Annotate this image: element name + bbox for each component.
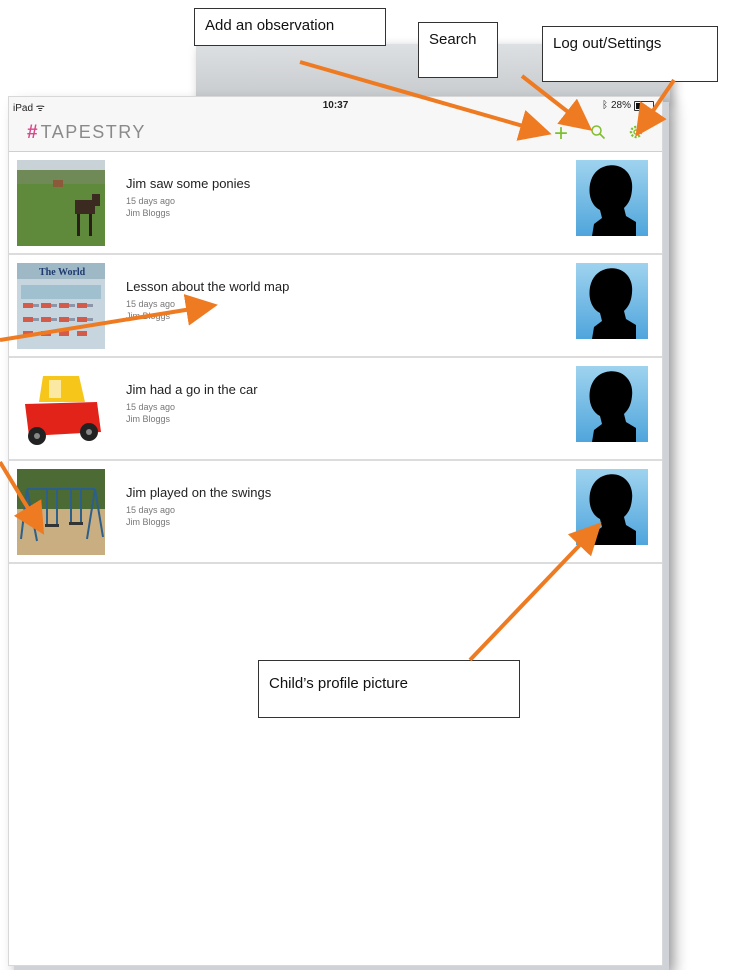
child-profile-picture[interactable] [576,263,648,339]
observation-title: Lesson about the world map [126,279,290,294]
observation-author: Jim Bloggs [126,311,171,321]
observation-date: 15 days ago [126,402,176,412]
status-bar: iPad ᯤ 10:37 ᛒ 28% [9,97,662,115]
callout-profile-picture: Child’s profile picture [258,660,520,718]
battery-percent: 28% [610,100,631,111]
ponies-thumbnail [17,160,105,246]
child-profile-picture[interactable] [576,469,648,545]
observation-author: Jim Bloggs [126,517,171,527]
swings-thumbnail [17,469,105,555]
toy-car-thumbnail [17,366,105,452]
callout-search-text: Search [429,31,477,48]
observation-date: 15 days ago [126,505,176,515]
observation-date: 15 days ago [126,196,176,206]
child-profile-picture[interactable] [576,160,648,236]
observation-row[interactable]: Jim saw some ponies 15 days ago Jim Blog… [9,152,662,255]
observation-list: Jim saw some ponies 15 days ago Jim Blog… [9,152,662,564]
callout-profile-text: Child’s profile picture [269,675,408,692]
status-time: 10:37 [322,100,349,111]
callout-settings: Log out/Settings [542,26,718,82]
observation-author: Jim Bloggs [126,414,171,424]
nav-bar: # TAPESTRY + [9,115,662,152]
tapestry-logo-icon: # [27,122,38,143]
callout-search: Search [418,22,498,78]
callout-add-observation: Add an observation [194,8,386,46]
child-profile-picture[interactable] [576,366,648,442]
observation-author: Jim Bloggs [126,208,171,218]
observation-title: Jim had a go in the car [126,382,258,397]
world-map-thumbnail: The World [17,263,105,349]
bluetooth-icon: ᛒ [601,100,608,111]
gear-icon[interactable] [628,124,644,144]
observation-title: Jim played on the swings [126,485,272,500]
observation-row[interactable]: Jim played on the swings 15 days ago Jim… [9,461,662,564]
search-icon[interactable] [590,124,606,144]
plus-icon[interactable]: + [554,122,568,146]
observation-row[interactable]: Jim had a go in the car 15 days ago Jim … [9,358,662,461]
callout-add-text: Add an observation [205,17,335,34]
ipad-screen: iPad ᯤ 10:37 ᛒ 28% # TAPESTRY + Jim saw … [8,96,663,966]
app-title: TAPESTRY [40,122,146,142]
observation-row[interactable]: The World Lesson about the world map 15 … [9,255,662,358]
observation-date: 15 days ago [126,299,176,309]
app-logo: # TAPESTRY [27,122,146,143]
battery-indicator: ᛒ 28% [602,100,654,111]
callout-settings-text: Log out/Settings [553,35,662,52]
observation-title: Jim saw some ponies [126,176,251,191]
battery-icon [634,100,654,111]
thumb-label: The World [39,267,86,278]
